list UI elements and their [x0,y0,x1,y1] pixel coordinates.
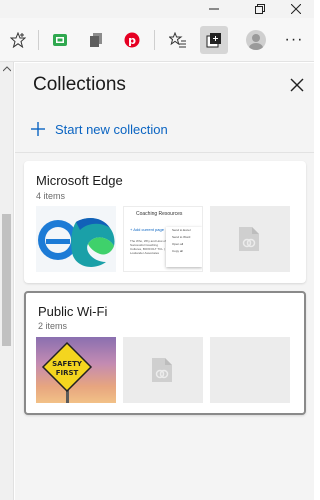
browser-toolbar: p ··· [0,18,314,62]
window-close-icon [291,4,301,14]
minimize-button[interactable] [194,0,234,18]
thumbnail-empty [210,337,290,403]
green-extension-icon [53,34,67,46]
coaching-page-text: The Who, Why and How of Successful Coach… [130,239,166,255]
favorites-list-icon [169,32,186,48]
collections-header: Collections Start new collection [15,63,314,151]
profile-avatar [246,30,266,50]
close-pane-button[interactable] [287,75,307,95]
page-link-placeholder-icon [239,227,259,251]
plus-icon [31,122,45,136]
extension-stack-button[interactable] [82,26,110,54]
collections-pane: Collections Start new collection Microso… [15,63,314,500]
window-title-strip [0,0,314,18]
coaching-menu-item: Open all [172,242,184,246]
toolbar-separator [38,30,39,50]
thumbnail-placeholder[interactable] [210,206,290,272]
stack-extension-icon [90,33,102,47]
coaching-context-menu: Send to Excel Send to Word Open all Copy… [166,227,202,267]
thumbnail-edge-logos[interactable] [36,206,116,272]
collections-title: Collections [33,74,126,95]
collection-title: Public Wi-Fi [38,304,108,319]
page-link-placeholder-icon [152,358,172,382]
window-close-button[interactable] [276,0,316,18]
coaching-page-title: Coaching Resources [136,211,183,217]
collections-icon [206,33,221,48]
sign-text-line: FIRST [56,369,79,377]
page-scrollbar[interactable] [0,62,14,500]
coaching-menu-item: Copy all [172,249,183,253]
restore-button[interactable] [240,0,280,18]
start-new-collection-label: Start new collection [55,121,168,137]
more-options-button[interactable]: ··· [280,26,308,54]
pinterest-icon: p [124,32,140,48]
collection-item-count: 2 items [38,321,68,331]
add-favorite-button[interactable] [4,26,32,54]
favorite-star-icon [10,32,26,48]
thumbnail-safety-first[interactable]: SAFETY FIRST [36,337,116,403]
more-options-icon: ··· [284,31,304,48]
coaching-menu-item: Send to Word [172,235,191,239]
svg-text:p: p [128,34,136,47]
collection-item-count: 4 items [36,191,66,201]
pinterest-button[interactable]: p [118,26,146,54]
divider [15,152,314,153]
sign-text-line: SAFETY [52,360,83,368]
thumbnail-placeholder[interactable] [123,337,203,403]
thumbnail-coaching-resources[interactable]: Coaching Resources + Add current page Th… [123,206,203,272]
coaching-add-current-page: + Add current page [130,227,164,232]
scrollbar-thumb[interactable] [2,214,11,346]
profile-button[interactable] [242,26,270,54]
collection-card-public-wifi[interactable]: Public Wi-Fi 2 items SAFETY FIRST [24,291,306,415]
edge-logos-image [38,218,115,267]
toolbar-separator [154,30,155,50]
start-new-collection-button[interactable]: Start new collection [31,119,168,139]
collections-button[interactable] [200,26,228,54]
collection-card-microsoft-edge[interactable]: Microsoft Edge 4 items Coaching Resource… [24,161,306,283]
safety-first-sign-image: SAFETY FIRST [41,341,93,403]
restore-icon [255,4,265,14]
close-icon [290,78,304,92]
minimize-icon [209,8,219,10]
favorites-button[interactable] [164,26,192,54]
scroll-up-arrow-icon[interactable] [3,66,11,72]
coaching-menu-item: Send to Excel [172,228,191,232]
collection-title: Microsoft Edge [36,173,123,188]
extension-green-button[interactable] [46,26,74,54]
